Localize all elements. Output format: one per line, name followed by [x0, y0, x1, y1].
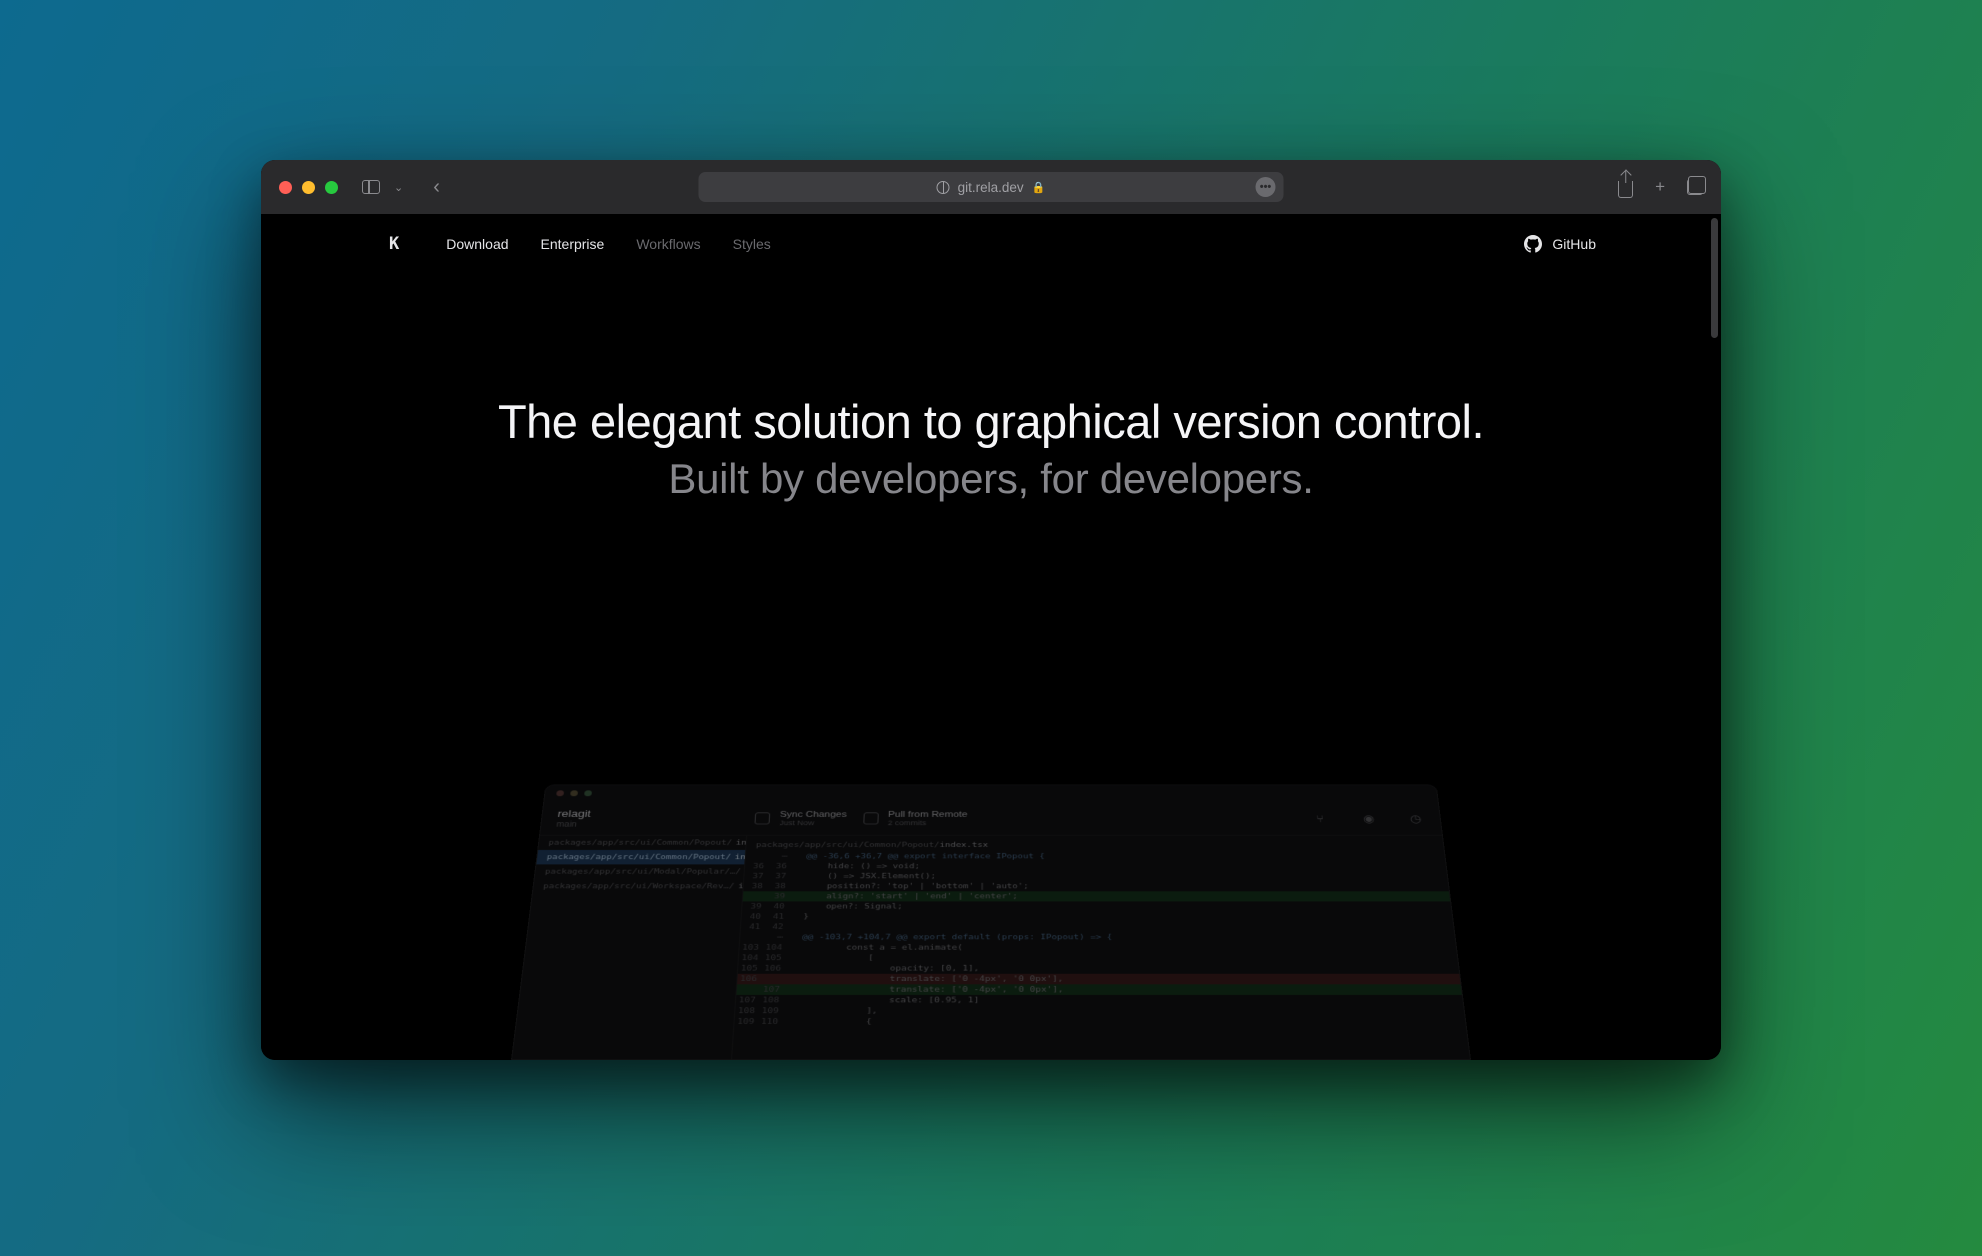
close-window-button[interactable]: [279, 181, 292, 194]
tabs-overview-button[interactable]: [1687, 179, 1703, 195]
app-titlebar: [544, 785, 1437, 801]
desktop-background: ⌄ ‹ git.rela.dev 🔒 ••• + K Download: [0, 0, 1982, 1256]
code-line: ⋯@@ -103,7 +104,7 @@ export default (pro…: [740, 932, 1455, 942]
file-row[interactable]: packages/app/src/ui/Common/Popout/index.…: [536, 850, 745, 864]
eye-icon[interactable]: ◉: [1362, 812, 1378, 824]
app-toolbar: relagit main Sync ChangesJust Now Pull f…: [540, 801, 1442, 835]
back-button[interactable]: ‹: [433, 176, 440, 199]
code-line: 109110 {: [734, 1016, 1466, 1027]
code-line: 3636 hide: () => void;: [745, 861, 1447, 871]
code-line: 105106 opacity: [0, 1],: [738, 963, 1459, 974]
code-line: 104105 [: [739, 953, 1458, 963]
app-preview: relagit main Sync ChangesJust Now Pull f…: [511, 784, 1471, 1060]
sidebar-toggle-button[interactable]: [362, 180, 380, 194]
app-minimize-icon: [570, 790, 578, 796]
code-line: 3838 position?: 'top' | 'bottom' | 'auto…: [743, 881, 1449, 891]
pull-icon: [863, 812, 878, 824]
file-row[interactable]: packages/app/src/ui/Modal/Popular/…/inde…: [535, 864, 745, 879]
github-link[interactable]: GitHub: [1524, 235, 1596, 253]
address-bar[interactable]: git.rela.dev 🔒 •••: [699, 172, 1284, 202]
share-icon[interactable]: [1618, 181, 1633, 198]
app-close-icon: [556, 790, 564, 796]
diff-viewer: packages/app/src/ui/Common/Popout/index.…: [732, 836, 1470, 1060]
nav-styles[interactable]: Styles: [733, 236, 771, 252]
branch-name: main: [556, 820, 590, 828]
hero-section: The elegant solution to graphical versio…: [261, 274, 1721, 503]
url-text: git.rela.dev: [958, 180, 1024, 195]
hero-title: The elegant solution to graphical versio…: [261, 394, 1721, 449]
diff-header: packages/app/src/ui/Common/Popout/index.…: [746, 839, 1444, 852]
github-icon: [1524, 235, 1542, 253]
github-label: GitHub: [1552, 236, 1596, 252]
nav-links: Download Enterprise Workflows Styles: [446, 236, 771, 252]
code-line: 39 align?: 'start' | 'end' | 'center';: [743, 891, 1451, 901]
reader-mode-button[interactable]: •••: [1256, 177, 1276, 197]
nav-enterprise[interactable]: Enterprise: [541, 236, 605, 252]
minimize-window-button[interactable]: [302, 181, 315, 194]
code-line: 106 translate: ['0 -4px', '0 0px'],: [737, 974, 1460, 985]
code-line: 107 translate: ['0 -4px', '0 0px'],: [736, 984, 1462, 995]
code-line: 3737 () => JSX.Element();: [744, 871, 1448, 881]
lock-icon: 🔒: [1032, 181, 1046, 194]
file-list: packages/app/src/ui/Common/Popout/index.…: [512, 836, 747, 1060]
scrollbar[interactable]: [1711, 218, 1718, 338]
history-icon[interactable]: ◷: [1409, 812, 1425, 824]
code-line: ⋯@@ -36,6 +36,7 @@ export interface IPop…: [745, 851, 1445, 861]
browser-window: ⌄ ‹ git.rela.dev 🔒 ••• + K Download: [261, 160, 1721, 1060]
code-line: 107108 scale: [0.95, 1]: [736, 995, 1464, 1006]
code-line: 4142: [741, 922, 1454, 932]
sync-button[interactable]: Sync ChangesJust Now: [755, 810, 847, 826]
page-content: K Download Enterprise Workflows Styles G…: [261, 214, 1721, 1060]
branch-icon[interactable]: ⑂: [1316, 812, 1332, 824]
globe-icon: [937, 181, 950, 194]
nav-download[interactable]: Download: [446, 236, 508, 252]
site-logo[interactable]: K: [389, 234, 398, 254]
sync-icon: [755, 812, 771, 824]
maximize-window-button[interactable]: [325, 181, 338, 194]
code-line: 3940 open?: Signal;: [742, 901, 1451, 911]
app-maximize-icon: [584, 790, 592, 796]
traffic-lights: [279, 181, 338, 194]
site-header: K Download Enterprise Workflows Styles G…: [261, 214, 1721, 274]
file-row[interactable]: packages/app/src/ui/Common/Popout/index.…: [538, 836, 746, 850]
code-line: 103104 const a = el.animate(: [739, 942, 1456, 952]
repo-name: relagit: [557, 808, 591, 819]
chevron-down-icon[interactable]: ⌄: [394, 181, 403, 194]
code-line: 4041}: [741, 912, 1452, 922]
new-tab-button[interactable]: +: [1655, 177, 1665, 197]
code-line: 108109 ],: [735, 1006, 1465, 1017]
file-row[interactable]: packages/app/src/ui/Workspace/Rev…/index…: [533, 879, 744, 894]
browser-titlebar: ⌄ ‹ git.rela.dev 🔒 ••• +: [261, 160, 1721, 214]
hero-subtitle: Built by developers, for developers.: [261, 455, 1721, 503]
pull-button[interactable]: Pull from Remote2 commits: [863, 810, 967, 826]
nav-workflows[interactable]: Workflows: [636, 236, 700, 252]
